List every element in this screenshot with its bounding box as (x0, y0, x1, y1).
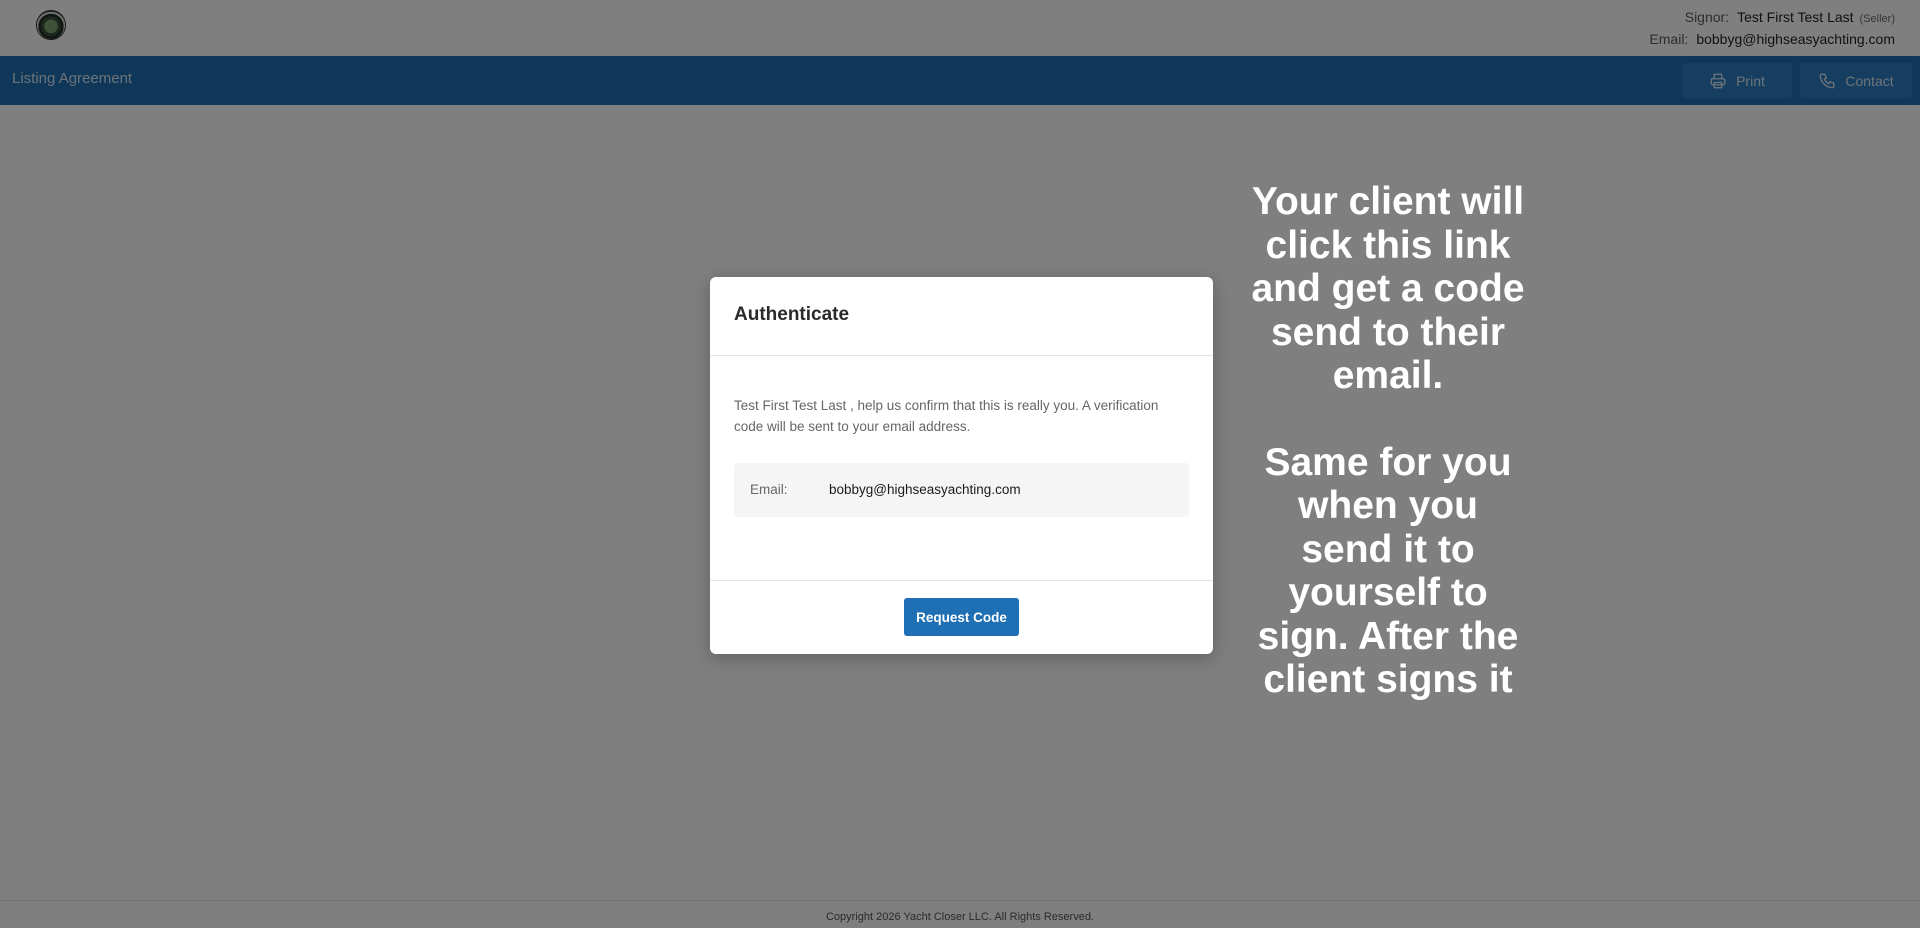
dialog-title: Authenticate (734, 304, 850, 325)
request-code-button[interactable]: Request Code (904, 598, 1019, 636)
dialog-header-divider (710, 355, 1213, 356)
dialog-message: Test First Test Last , help us confirm t… (734, 398, 1159, 434)
dialog-footer-divider (710, 580, 1213, 581)
annotation-line-1: Your client will click this link and get… (1251, 180, 1525, 397)
email-info-box: Email: bobbyg@highseasyachting.com (734, 463, 1189, 517)
dialog-email-value: bobbyg@highseasyachting.com (829, 482, 1021, 497)
authenticate-dialog: Authenticate Test First Test Last , help… (710, 277, 1213, 654)
dialog-email-label: Email: (750, 482, 788, 497)
annotation-line-2: Same for you when you send it to yoursel… (1257, 440, 1519, 702)
instruction-annotation: Your client will click this link and get… (1248, 180, 1528, 702)
